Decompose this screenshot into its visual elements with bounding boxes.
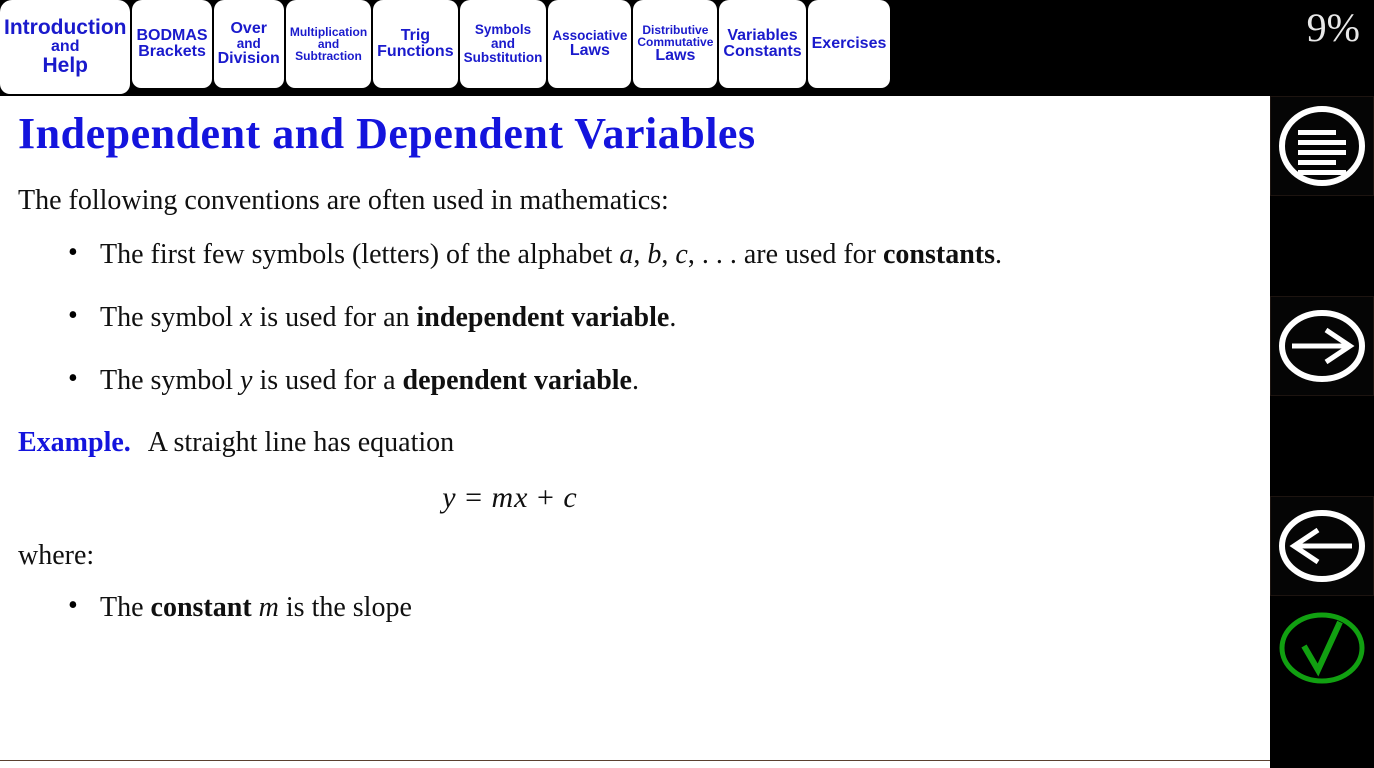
emphasis-term: constants [883,238,996,270]
bullet-text-segment: , . . . are used for [687,238,883,270]
tab-associative-laws[interactable]: Associative Laws [548,0,632,88]
tab-trig-functions[interactable]: Trig Functions [373,0,458,88]
slide-navigation-sidebar [1270,96,1374,768]
clipped-next-line [0,760,1270,768]
tab-line: Laws [655,47,696,65]
where-label: where: [18,540,95,572]
tab-line: Associative [552,27,628,43]
tab-over-division[interactable]: Over and Division [213,0,284,88]
tab-line: Subtraction [295,49,362,64]
tab-line: Division [217,49,280,67]
math-symbol: c [675,238,688,270]
tab-multiplication-subtraction[interactable]: Multiplication and Subtraction [285,0,372,88]
tab-line: Over [230,19,267,37]
equation-lhs: y [442,481,457,515]
tab-line: Functions [377,43,454,60]
tab-line: Introduction [4,16,127,40]
bullet-text-segment: is used for an [252,302,417,334]
contents-button[interactable] [1270,96,1374,196]
bullet-text-segment: , [661,238,676,270]
bullet-text-segment: . [995,238,1003,270]
math-symbol: m [258,591,279,623]
conventions-list: The first few symbols (letters) of the a… [0,234,1270,400]
bullet-text-segment: is used for a [252,365,403,397]
example-label: Example. [18,426,131,458]
intro-paragraph: The following conventions are often used… [18,185,669,217]
equation-plus: + [528,481,564,515]
check-circle-icon [1276,600,1368,692]
tab-distributive-commutative-laws[interactable]: Distributive Commutative Laws [633,0,718,88]
tab-exercises[interactable]: Exercises [807,0,891,88]
list-item: The first few symbols (letters) of the a… [0,234,1270,273]
arrow-right-icon [1276,300,1368,392]
tab-line: Substitution [463,49,543,65]
slide-content: Independent and Dependent Variables The … [0,96,1270,768]
tab-line: Brackets [138,43,206,60]
example-paragraph: Example. A straight line has equation [18,426,1270,460]
list-item: The constant m is the slope [0,587,1270,626]
tab-bodmas-brackets[interactable]: BODMAS Brackets [132,0,212,88]
slide-viewer: Introduction and Help BODMAS Brackets Ov… [0,0,1374,768]
tab-line: Variables [727,26,798,44]
bullet-text-segment: The symbol [100,302,240,334]
equation-rhs-term-2: c [563,481,578,515]
arrow-left-icon [1276,500,1368,592]
navigation-tab-bar: Introduction and Help BODMAS Brackets Ov… [0,0,1374,96]
page-title: Independent and Dependent Variables [18,109,756,158]
tab-line: and [51,37,80,55]
bullet-text-segment: The first few symbols (letters) of the a… [100,238,620,270]
bullet-text-segment: The [100,591,151,623]
emphasis-term: dependent variable [402,365,632,397]
tab-line: Exercises [811,34,887,52]
tab-introduction-help[interactable]: Introduction and Help [0,0,131,94]
equation-equals: = [456,481,492,515]
tab-line: and [236,36,261,52]
bullet-text-segment: . [631,365,639,397]
sidebar-spacer [1270,396,1374,496]
answer-check-button[interactable] [1270,596,1374,696]
bullet-text-segment: The symbol [100,365,240,397]
previous-page-button[interactable] [1270,496,1374,596]
progress-percent: 9% [1306,5,1360,50]
tab-variables-constants[interactable]: Variables Constants [719,0,806,88]
emphasis-term: constant [150,591,252,623]
contents-lines-icon [1276,100,1368,192]
example-text: A straight line has equation [147,426,455,458]
math-symbol: y [240,365,253,397]
emphasis-term: independent variable [416,302,670,334]
tab-line: Constants [723,43,802,60]
tab-symbols-substitution[interactable]: Symbols and Substitution [459,0,547,88]
bullet-text-segment: is the slope [278,591,412,623]
math-symbol: b [647,238,662,270]
next-page-button[interactable] [1270,296,1374,396]
tab-line: Trig [400,26,431,44]
bullet-text-segment: , [633,238,648,270]
tab-line: Laws [569,41,610,59]
equation-rhs-term-1: mx [491,481,529,515]
list-item: The symbol y is used for a dependent var… [0,360,1270,399]
tab-line: BODMAS [136,26,208,44]
tab-line: and [490,36,515,52]
bullet-text-segment [252,592,259,623]
where-list: The constant m is the slope [0,587,1270,626]
tab-line: Distributive [642,22,709,37]
sidebar-spacer [1270,196,1374,296]
math-symbol: x [240,302,253,334]
list-item: The symbol x is used for an independent … [0,297,1270,336]
tab-line: Symbols [474,22,532,38]
tab-line: Help [42,54,88,78]
math-symbol: a [619,238,634,270]
equation-display: y = mx + c [0,481,1270,515]
bullet-text-segment: . [669,302,677,334]
